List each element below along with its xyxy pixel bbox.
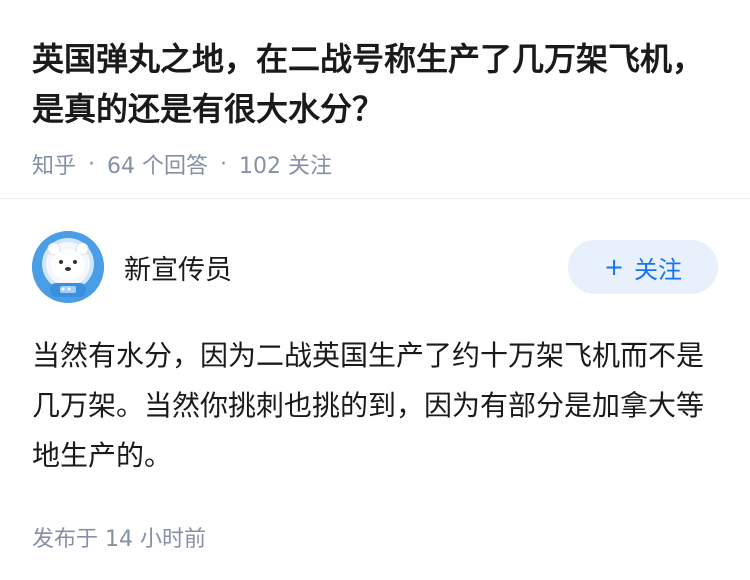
meta-separator: · [220, 151, 228, 177]
publish-time: 发布于 14 小时前 [32, 527, 206, 552]
section-divider [0, 198, 750, 199]
meta-separator: · [88, 151, 96, 177]
question-meta: 知乎 · 64 个回答 · 102 关注 [32, 148, 718, 180]
follow-button-label: 关注 [634, 255, 683, 284]
author-info[interactable]: 新宣传员 [32, 231, 232, 303]
question-title[interactable]: 英国弹丸之地，在二战号称生产了几万架飞机，是真的还是有很大水分？ [32, 34, 718, 134]
astronaut-bear-avatar-icon [32, 231, 104, 303]
question-header: 英国弹丸之地，在二战号称生产了几万架飞机，是真的还是有很大水分？ 知乎 · 64… [0, 0, 750, 179]
answers-count[interactable]: 64 个回答 [107, 148, 208, 180]
answer-card: 新宣传员 + 关注 当然有水分，因为二战英国生产了约十万架飞机而不是几万架。当然… [0, 231, 750, 553]
answer-content[interactable]: 当然有水分，因为二战英国生产了约十万架飞机而不是几万架。当然你挑刺也挑的到，因为… [32, 331, 718, 481]
author-row: 新宣传员 + 关注 [32, 231, 718, 303]
source-label[interactable]: 知乎 [32, 148, 76, 180]
plus-icon: + [603, 253, 625, 281]
avatar[interactable] [32, 231, 104, 303]
author-name[interactable]: 新宣传员 [124, 248, 232, 287]
followers-count[interactable]: 102 关注 [239, 148, 332, 180]
follow-button[interactable]: + 关注 [568, 240, 718, 294]
